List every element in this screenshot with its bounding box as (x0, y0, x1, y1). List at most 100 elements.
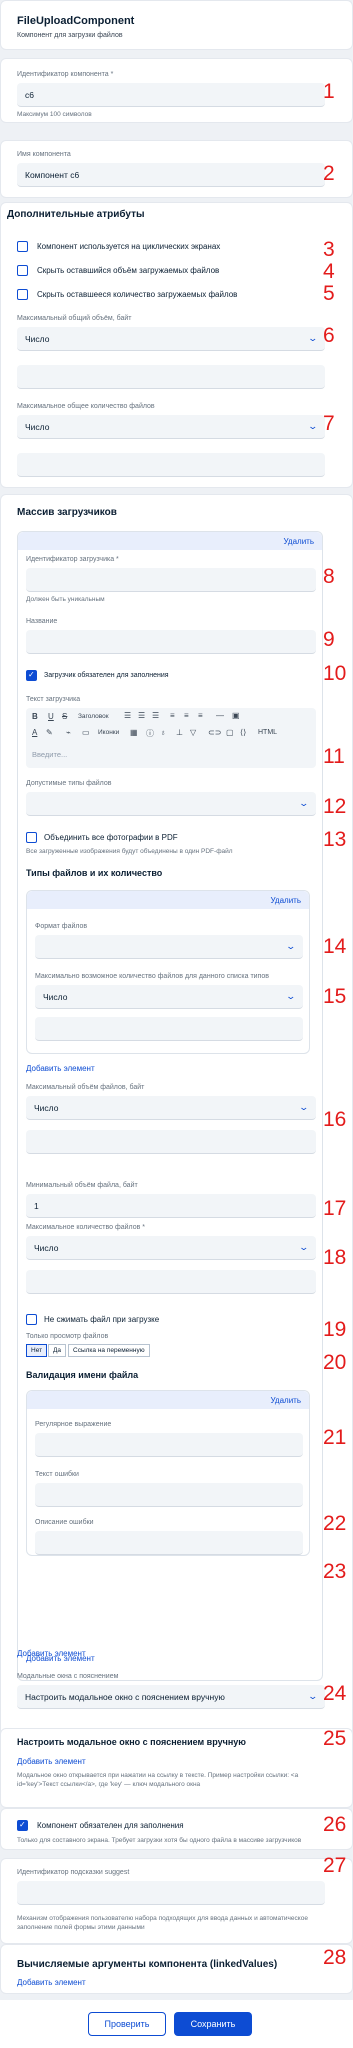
marker-11: 11 (323, 745, 345, 768)
modal-add-link[interactable]: Добавить элемент (17, 1757, 86, 1766)
component-subtitle: Компонент для загрузки файлов (17, 32, 123, 39)
no-compress-checkbox[interactable] (26, 1314, 37, 1325)
suggest-hint: Механизм отображения пользователю набора… (17, 1915, 308, 1931)
min-file-size-input[interactable]: 1 (26, 1194, 316, 1218)
marker-25: 25 (323, 1727, 347, 1750)
uploader-name-input[interactable] (26, 630, 316, 654)
info-icon[interactable]: ⓘ (146, 728, 154, 739)
uploader-id-label: Идентификатор загрузчика * (26, 556, 119, 563)
max-count-input[interactable] (17, 453, 325, 477)
uploaders-add-link[interactable]: Добавить элемент (17, 1649, 86, 1658)
align-left-icon[interactable]: ≡ (170, 711, 175, 720)
types-delete-link[interactable]: Удалить (270, 896, 301, 905)
component-title: FileUploadComponent (17, 15, 135, 27)
max-volume-select[interactable]: Число ⌄ (17, 327, 325, 351)
uploader-required-checkbox[interactable] (26, 670, 37, 681)
suggest-card: Идентификатор подсказки suggest Механизм… (0, 1858, 353, 1944)
suggest-label: Идентификатор подсказки suggest (17, 1869, 130, 1876)
hide-count-checkbox[interactable] (17, 289, 28, 300)
link-icon[interactable]: ⌁ (66, 728, 71, 737)
marker-18: 18 (323, 1246, 347, 1269)
bulb-icon[interactable]: ♁ (160, 728, 166, 737)
marker-20: 20 (323, 1351, 347, 1374)
view-only-yes[interactable]: Да (48, 1344, 67, 1357)
cyclic-screens-checkbox[interactable] (17, 241, 28, 252)
name-card: Имя компонента Компонент с6 (0, 140, 353, 198)
modal-hint: Модальное окно открывается при нажатии н… (17, 1772, 299, 1788)
filter-icon[interactable]: ▽ (190, 728, 196, 737)
component-required-label: Компонент обязателен для заполнения (37, 1821, 184, 1830)
text-color-icon[interactable]: A (32, 728, 37, 737)
marker-6: 6 (323, 324, 335, 347)
component-name-input[interactable]: Компонент с6 (17, 163, 325, 187)
format-label: Формат файлов (35, 923, 88, 930)
max-volume-input[interactable] (17, 365, 325, 389)
list-icon[interactable]: ☰ (124, 711, 131, 720)
marker-26: 26 (323, 1813, 347, 1836)
icons-dropdown[interactable]: Иконки (98, 729, 119, 736)
check-button[interactable]: Проверить (88, 2012, 166, 2036)
merge-pdf-checkbox[interactable] (26, 832, 37, 843)
picture-icon[interactable]: ▭ (82, 728, 90, 737)
marker-28: 28 (323, 1946, 347, 1969)
underline-icon[interactable]: U (48, 712, 54, 721)
max-volume-value: Число (25, 333, 50, 344)
comment-icon[interactable]: ▢ (226, 728, 234, 737)
component-id-input[interactable]: c6 (17, 83, 325, 107)
uploader-delete-link[interactable]: Удалить (283, 537, 314, 546)
max-count-files-select[interactable]: Число ⌄ (26, 1236, 316, 1260)
uploader-id-input[interactable] (26, 568, 316, 592)
max-files-type-input[interactable] (35, 1017, 303, 1041)
numbered-list-icon[interactable]: ☰ (138, 711, 145, 720)
tree-icon[interactable]: ⊥ (176, 728, 183, 737)
hide-volume-label: Скрыть оставшийся объём загружаемых файл… (37, 266, 220, 275)
highlight-icon[interactable]: ✎ (46, 728, 53, 737)
chevron-down-icon: ⌄ (307, 421, 319, 431)
allowed-types-label: Допустимые типы файлов (26, 780, 112, 787)
bold-icon[interactable]: B (32, 712, 38, 721)
max-count-select[interactable]: Число ⌄ (17, 415, 325, 439)
max-file-size-input[interactable] (26, 1130, 316, 1154)
min-file-size-value: 1 (34, 1200, 39, 1211)
text-placeholder[interactable]: Введите... (32, 750, 67, 759)
uploader-item: Удалить Идентификатор загрузчика * Долже… (17, 531, 323, 1681)
table-icon[interactable]: ▦ (130, 728, 138, 737)
no-compress-label: Не сжимать файл при загрузке (44, 1315, 160, 1324)
hide-volume-checkbox[interactable] (17, 265, 28, 276)
modal-select[interactable]: Настроить модальное окно с пояснением вр… (17, 1685, 325, 1709)
validation-delete-link[interactable]: Удалить (270, 1396, 301, 1405)
merge-pdf-hint: Все загруженные изображения будут объеди… (26, 848, 233, 855)
regex-input[interactable] (35, 1433, 303, 1457)
max-files-type-select[interactable]: Число ⌄ (35, 985, 303, 1009)
marker-21: 21 (323, 1426, 347, 1449)
divider-icon[interactable]: — (216, 711, 224, 720)
types-item: Удалить Формат файлов ⌄ Максимально возм… (26, 890, 310, 1054)
view-only-no[interactable]: Нет (26, 1344, 48, 1357)
embed-icon[interactable]: ⊂⊃ (208, 728, 221, 737)
allowed-types-select[interactable]: ⌄ (26, 792, 316, 816)
save-button[interactable]: Сохранить (174, 2012, 252, 2036)
view-only-label: Только просмотр файлов (26, 1333, 109, 1340)
types-add-link[interactable]: Добавить элемент (26, 1064, 95, 1073)
required-card: Компонент обязателен для заполнения Толь… (0, 1808, 353, 1850)
html-button[interactable]: HTML (258, 729, 277, 736)
max-file-size-select[interactable]: Число ⌄ (26, 1096, 316, 1120)
max-count-files-input[interactable] (26, 1270, 316, 1294)
error-desc-input[interactable] (35, 1531, 303, 1555)
view-only-variable[interactable]: Ссылка на переменную (68, 1344, 150, 1357)
align-center-icon[interactable]: ≡ (184, 711, 189, 720)
code-icon[interactable]: ⟨⟩ (240, 728, 246, 737)
headings-dropdown[interactable]: Заголовок (78, 713, 109, 720)
strike-icon[interactable]: S (62, 712, 67, 721)
align-right-icon[interactable]: ≡ (198, 711, 203, 720)
chevron-down-icon: ⌄ (298, 1242, 310, 1252)
suggest-input[interactable] (17, 1881, 325, 1905)
max-file-size-label: Максимальный объём файлов, байт (26, 1084, 145, 1091)
format-select[interactable]: ⌄ (35, 935, 303, 959)
linked-add-link[interactable]: Добавить элемент (17, 1978, 86, 1987)
error-text-input[interactable] (35, 1483, 303, 1507)
checklist-icon[interactable]: ☰ (152, 711, 159, 720)
component-required-checkbox[interactable] (17, 1820, 28, 1831)
uploaders-heading: Массив загрузчиков (17, 507, 117, 518)
image-icon[interactable]: ▣ (232, 711, 240, 720)
